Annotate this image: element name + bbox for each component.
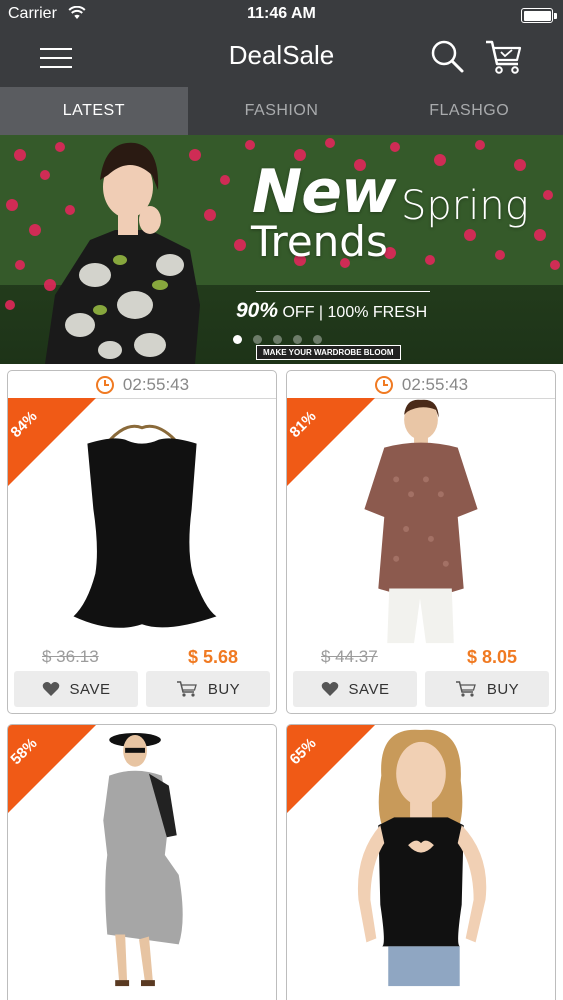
carousel-dot[interactable]	[273, 335, 282, 344]
search-icon[interactable]	[428, 38, 466, 76]
tab-fashion[interactable]: FASHION	[188, 87, 376, 135]
heart-icon	[321, 682, 338, 696]
banner-headline-2: Spring	[401, 183, 529, 229]
heart-icon	[42, 682, 59, 696]
top-bar: Carrier 11:46 AM DealSale	[0, 0, 563, 87]
discount-badge: 84%	[8, 398, 96, 486]
sale-price: $ 8.05	[466, 647, 517, 667]
clock: 11:46 AM	[247, 5, 316, 22]
price-row: $ 36.13 $ 5.68	[8, 647, 276, 671]
carousel-dots	[233, 335, 322, 344]
countdown-time: 02:55:43	[122, 374, 190, 394]
product-card[interactable]: 65%	[286, 724, 556, 1000]
save-button[interactable]: SAVE	[293, 671, 417, 707]
product-card[interactable]: 58%	[7, 724, 277, 1000]
buy-button[interactable]: BUY	[146, 671, 270, 707]
carousel-dot[interactable]	[233, 335, 242, 344]
banner-headline-3: Trends	[251, 217, 388, 266]
banner-offer: 90% OFF | 100% FRESH	[236, 299, 427, 323]
clock-icon	[95, 375, 114, 394]
banner-cta[interactable]: MAKE YOUR WARDROBE BLOOM	[256, 345, 401, 360]
carousel-dot[interactable]	[293, 335, 302, 344]
category-tabs: LATEST FASHION FLASHGO	[0, 87, 563, 135]
buy-label: BUY	[486, 680, 520, 698]
tab-flashgo[interactable]: FLASHGO	[375, 87, 563, 135]
cart-icon	[455, 681, 476, 697]
app-title: DealSale	[228, 40, 335, 70]
countdown-time: 02:55:43	[401, 374, 469, 394]
original-price: $ 44.37	[321, 647, 378, 666]
sale-price: $ 5.68	[187, 647, 238, 667]
banner-offer-text: OFF | 100% FRESH	[282, 304, 428, 321]
buy-label: BUY	[207, 680, 241, 698]
tab-latest[interactable]: LATEST	[0, 87, 188, 135]
carousel-dot[interactable]	[313, 335, 322, 344]
save-label: SAVE	[69, 680, 111, 698]
promo-banner[interactable]: New Spring Trends 90% OFF | 100% FRESH M…	[0, 135, 563, 364]
carousel-dot[interactable]	[253, 335, 262, 344]
discount-badge: 81%	[287, 398, 375, 486]
status-bar: Carrier 11:46 AM	[0, 0, 563, 30]
clock-icon	[374, 375, 393, 394]
product-card[interactable]: 02:55:43 84% $ 36.13 $ 5.68 SAVE BUY	[7, 370, 277, 714]
product-card[interactable]: 02:55:43 81% $ 44.37 $ 8.05 SAVE BUY	[286, 370, 556, 714]
countdown-timer: 02:55:43	[287, 371, 555, 399]
nav-bar: DealSale	[0, 30, 563, 87]
price-row: $ 44.37 $ 8.05	[287, 647, 555, 671]
buy-button[interactable]: BUY	[425, 671, 549, 707]
banner-divider	[256, 291, 430, 292]
cart-icon	[176, 681, 197, 697]
save-button[interactable]: SAVE	[14, 671, 138, 707]
battery-icon	[521, 8, 557, 23]
banner-offer-percent: 90%	[236, 299, 279, 322]
save-label: SAVE	[348, 680, 390, 698]
discount-badge: 58%	[8, 725, 96, 813]
countdown-timer: 02:55:43	[8, 371, 276, 399]
shopping-cart-icon[interactable]	[484, 38, 524, 76]
hamburger-menu-icon[interactable]	[38, 40, 74, 76]
original-price: $ 36.13	[42, 647, 99, 666]
discount-badge: 65%	[287, 725, 375, 813]
